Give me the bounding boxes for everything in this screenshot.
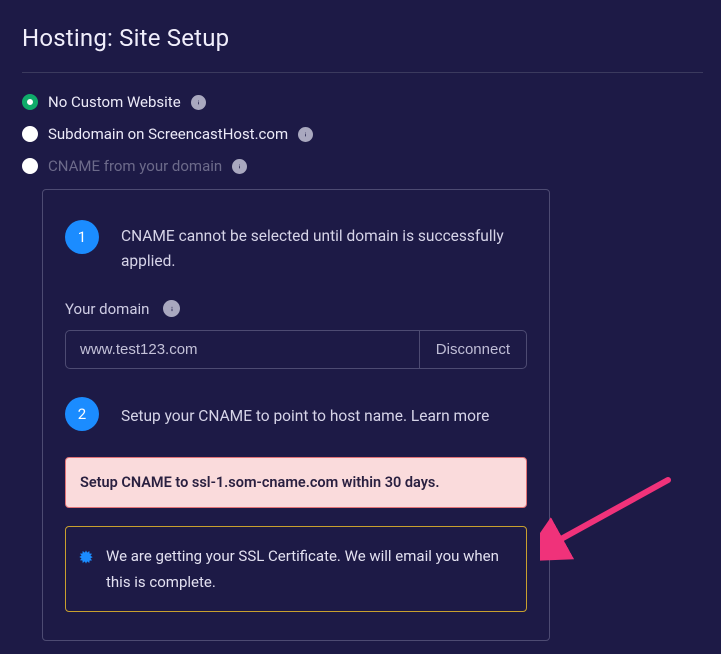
radio-icon (22, 158, 38, 174)
option-subdomain[interactable]: Subdomain on ScreencastHost.com (22, 125, 703, 143)
info-icon[interactable] (232, 159, 247, 174)
domain-input-group: Disconnect (65, 330, 527, 369)
cname-panel: 1 CNAME cannot be selected until domain … (42, 189, 550, 641)
domain-input[interactable] (66, 331, 419, 368)
option-no-custom[interactable]: No Custom Website (22, 93, 703, 111)
certificate-icon (78, 549, 94, 565)
step-1: 1 CNAME cannot be selected until domain … (65, 220, 527, 274)
step-text: CNAME cannot be selected until domain is… (121, 220, 527, 274)
option-label: Subdomain on ScreencastHost.com (48, 125, 288, 143)
alert-ssl-pending: We are getting your SSL Certificate. We … (65, 526, 527, 613)
step-text: Setup your CNAME to point to host name. … (121, 397, 489, 429)
page-title: Hosting: Site Setup (22, 24, 703, 52)
option-label: No Custom Website (48, 93, 181, 111)
radio-icon (22, 126, 38, 142)
alert-text: We are getting your SSL Certificate. We … (106, 543, 512, 596)
step-2: 2 Setup your CNAME to point to host name… (65, 397, 527, 431)
info-icon[interactable] (298, 127, 313, 142)
step-badge: 2 (65, 397, 99, 431)
step-badge: 1 (65, 220, 99, 254)
info-icon[interactable] (163, 300, 180, 317)
option-label: CNAME from your domain (48, 157, 222, 175)
domain-label: Your domain (65, 300, 149, 318)
radio-icon (22, 94, 38, 110)
divider (22, 72, 703, 73)
option-cname[interactable]: CNAME from your domain (22, 157, 703, 175)
info-icon[interactable] (191, 95, 206, 110)
disconnect-button[interactable]: Disconnect (419, 331, 526, 368)
alert-cname-deadline: Setup CNAME to ssl-1.som-cname.com withi… (65, 457, 527, 508)
